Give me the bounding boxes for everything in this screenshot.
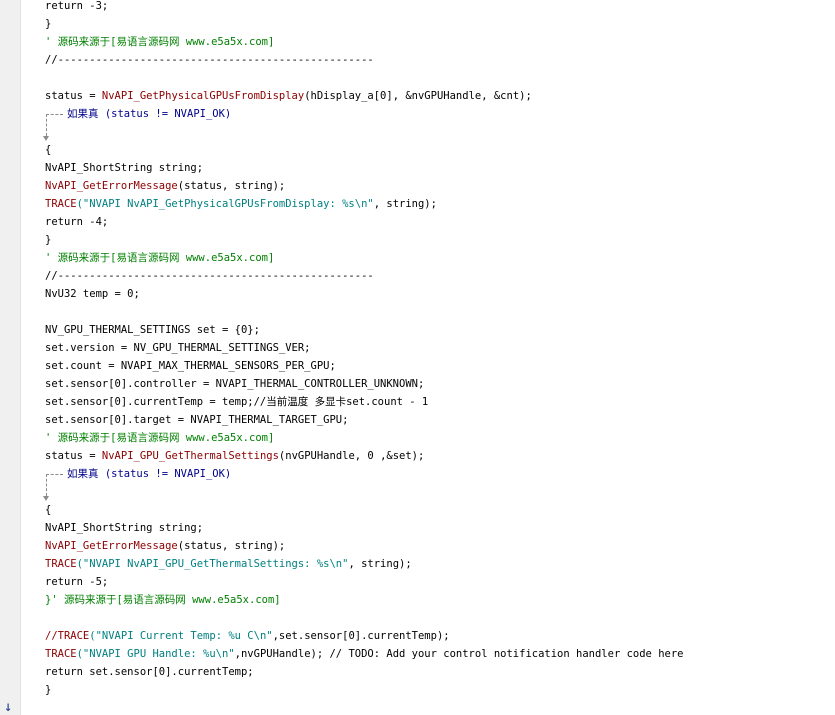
flow-line: [46, 114, 47, 136]
flow-connector: [46, 474, 63, 475]
code-line[interactable]: set.version = NV_GPU_THERMAL_SETTINGS_VE…: [45, 339, 311, 357]
code-line[interactable]: status = NvAPI_GetPhysicalGPUsFromDispla…: [45, 87, 532, 105]
editor-gutter: [0, 0, 21, 715]
code-separator[interactable]: //--------------------------------------…: [45, 51, 374, 69]
code-line[interactable]: TRACE("NVAPI NvAPI_GetPhysicalGPUsFromDi…: [45, 195, 437, 213]
scroll-down-icon[interactable]: ↓: [4, 700, 12, 714]
code-line[interactable]: {: [45, 501, 51, 519]
code-line[interactable]: return set.sensor[0].currentTemp;: [45, 663, 254, 681]
code-comment[interactable]: ' 源码来源于[易语言源码网 www.e5a5x.com]: [45, 33, 274, 51]
code-editor[interactable]: return -3; } ' 源码来源于[易语言源码网 www.e5a5x.co…: [20, 0, 835, 715]
code-line[interactable]: NvU32 temp = 0;: [45, 285, 140, 303]
code-line[interactable]: //TRACE("NVAPI Current Temp: %u C\n",set…: [45, 627, 450, 645]
code-line[interactable]: }: [45, 15, 51, 33]
code-line[interactable]: status = NvAPI_GPU_GetThermalSettings(nv…: [45, 447, 424, 465]
flow-connector: [46, 114, 63, 115]
code-line[interactable]: return -3;: [45, 0, 108, 15]
code-line[interactable]: set.sensor[0].target = NVAPI_THERMAL_TAR…: [45, 411, 348, 429]
code-line[interactable]: TRACE("NVAPI GPU Handle: %u\n",nvGPUHand…: [45, 645, 684, 663]
if-true-block[interactable]: 如果真 (status != NVAPI_OK): [67, 105, 231, 123]
code-line[interactable]: NvAPI_ShortString string;: [45, 159, 203, 177]
code-line[interactable]: {: [45, 141, 51, 159]
code-line[interactable]: NV_GPU_THERMAL_SETTINGS set = {0};: [45, 321, 260, 339]
if-true-block[interactable]: 如果真 (status != NVAPI_OK): [67, 465, 231, 483]
code-line[interactable]: TRACE("NVAPI NvAPI_GPU_GetThermalSetting…: [45, 555, 412, 573]
code-line[interactable]: set.sensor[0].currentTemp = temp;//当前温度 …: [45, 393, 428, 411]
code-line[interactable]: return -4;: [45, 213, 108, 231]
code-line[interactable]: }: [45, 231, 51, 249]
code-comment[interactable]: ' 源码来源于[易语言源码网 www.e5a5x.com]: [45, 429, 274, 447]
code-comment[interactable]: ' 源码来源于[易语言源码网 www.e5a5x.com]: [45, 249, 274, 267]
code-line[interactable]: NvAPI_GetErrorMessage(status, string);: [45, 177, 285, 195]
code-line[interactable]: set.sensor[0].controller = NVAPI_THERMAL…: [45, 375, 424, 393]
code-line[interactable]: return -5;: [45, 573, 108, 591]
code-line[interactable]: }: [45, 681, 51, 699]
flow-line: [46, 474, 47, 496]
code-line[interactable]: NvAPI_GetErrorMessage(status, string);: [45, 537, 285, 555]
code-line[interactable]: NvAPI_ShortString string;: [45, 519, 203, 537]
code-line[interactable]: set.count = NVAPI_MAX_THERMAL_SENSORS_PE…: [45, 357, 336, 375]
code-separator[interactable]: //--------------------------------------…: [45, 267, 374, 285]
code-comment[interactable]: }' 源码来源于[易语言源码网 www.e5a5x.com]: [45, 591, 281, 609]
